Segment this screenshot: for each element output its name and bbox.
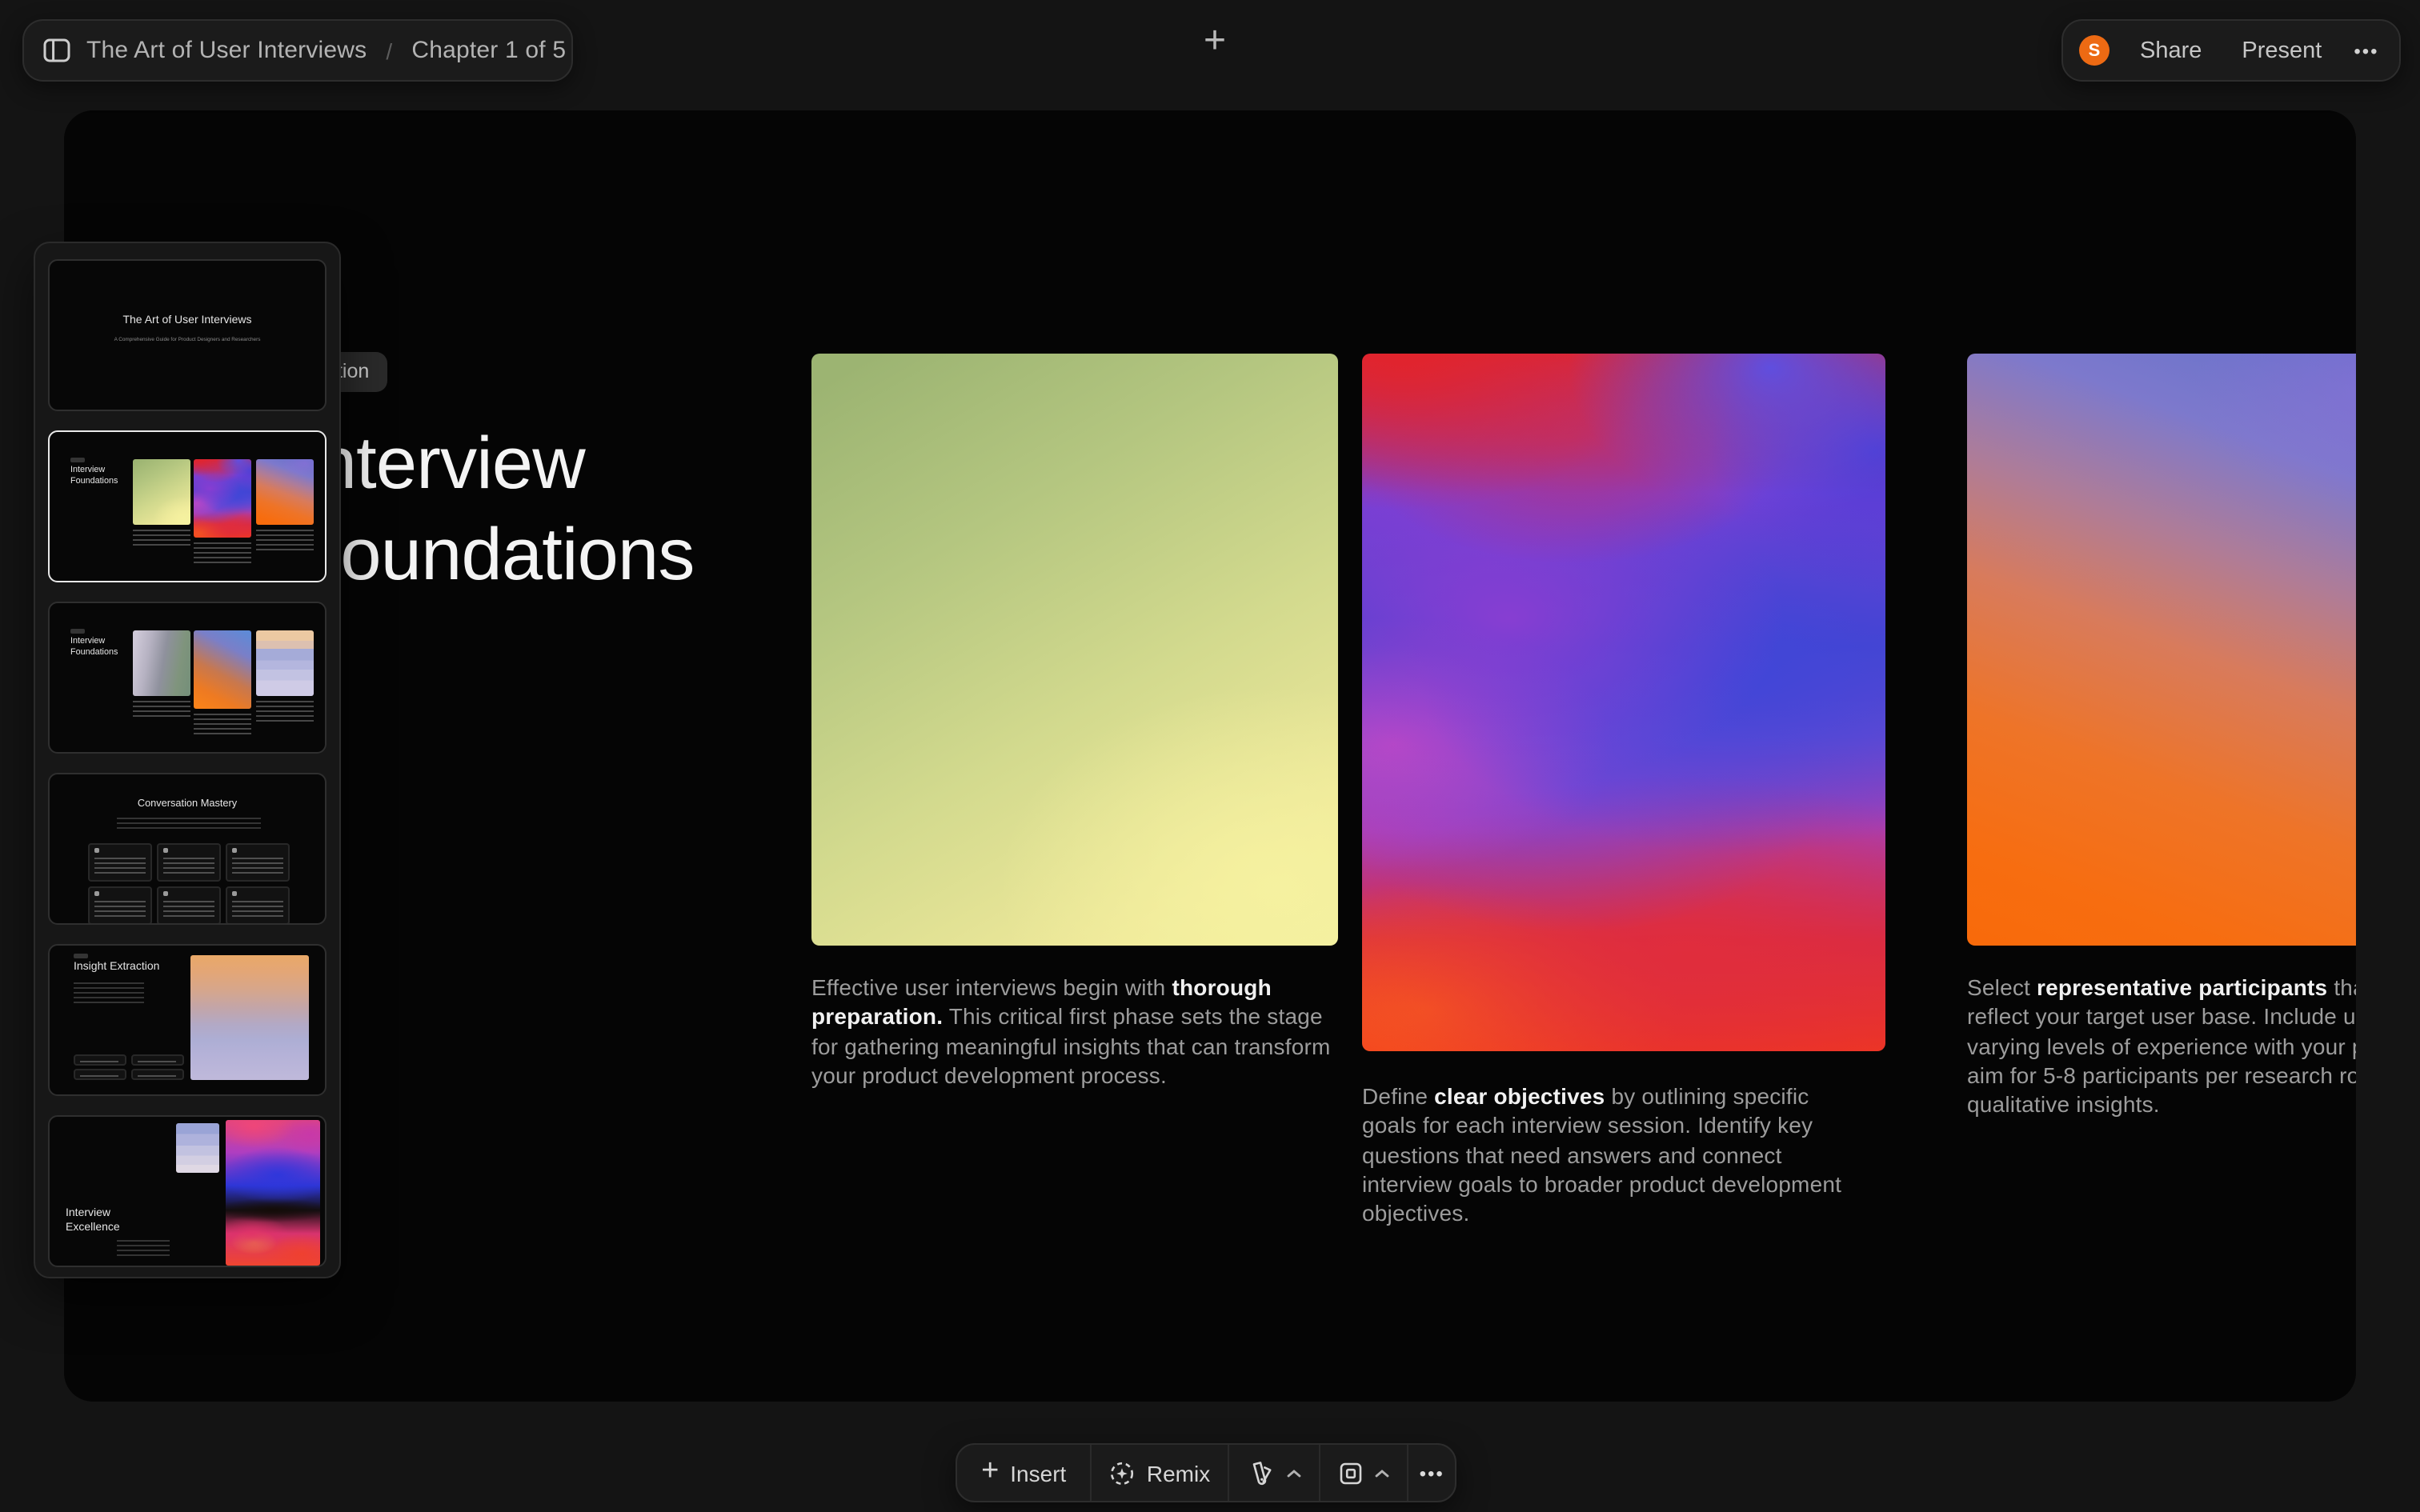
mini-topic-card (157, 886, 221, 925)
mini-topic-card (226, 886, 290, 925)
panel-left-icon (43, 38, 70, 62)
mini-card (133, 459, 190, 525)
toolbar-more-button[interactable]: ••• (1409, 1445, 1455, 1501)
mini-topic-card (226, 843, 290, 882)
column-text-3[interactable]: Select representative participants that … (1967, 973, 2356, 1119)
add-page-button[interactable]: + (1192, 18, 1237, 66)
share-button[interactable]: Share (2140, 38, 2202, 63)
remix-button[interactable]: Remix (1092, 1445, 1228, 1501)
text-segment-bold: clear objectives (1434, 1083, 1605, 1109)
mini-badge (70, 458, 85, 462)
thumb-title: Conversation Mastery (50, 798, 325, 810)
thumb-title: Interview Excellence (66, 1208, 133, 1235)
mini-card (256, 630, 314, 696)
chevron-up-icon (1375, 1468, 1389, 1478)
text-placeholder-lines (117, 818, 261, 832)
thumb-subtitle: A Comprehensive Guide for Product Design… (50, 336, 325, 342)
sparkle-circle-icon (1110, 1460, 1136, 1486)
theme-button[interactable] (1230, 1445, 1319, 1501)
thumb-title: Interview Foundations (70, 466, 141, 486)
chapter-indicator[interactable]: Chapter 1 of 5 (411, 37, 566, 64)
slide-title-line1: Interview (296, 418, 695, 509)
remix-label: Remix (1147, 1460, 1210, 1486)
gradient-image-card-2[interactable] (1362, 354, 1885, 1051)
thumbnail-insight-extraction[interactable]: Insight Extraction (48, 944, 327, 1096)
mini-list-item (74, 1054, 126, 1066)
slide-title[interactable]: Interview Foundations (296, 418, 695, 600)
mini-list-item (74, 1069, 126, 1080)
more-menu-button[interactable]: ••• (2354, 39, 2378, 62)
thumbnail-interview-foundations-variant[interactable]: Interview Foundations (48, 602, 327, 754)
mini-card (194, 459, 251, 538)
mini-topic-card (157, 843, 221, 882)
text-placeholder-lines (256, 530, 314, 552)
frame-icon (1338, 1460, 1364, 1486)
text-placeholder-lines (194, 542, 251, 565)
mini-badge (70, 629, 85, 634)
mini-image-large (226, 1120, 320, 1266)
card-layout-button[interactable] (1320, 1445, 1408, 1501)
slide-thumbnail-panel: The Art of User Interviews A Comprehensi… (34, 242, 341, 1278)
mini-image-small (176, 1123, 219, 1173)
text-segment: Effective user interviews begin with (811, 974, 1172, 1000)
sidebar-toggle-button[interactable] (43, 38, 70, 62)
column-text-1[interactable]: Effective user interviews begin with tho… (811, 973, 1343, 1090)
avatar[interactable]: S (2079, 35, 2109, 66)
text-segment: Define (1362, 1083, 1434, 1109)
mini-topic-card (88, 886, 152, 925)
breadcrumb[interactable]: The Art of User Interviews / Chapter 1 o… (22, 19, 573, 82)
mini-list-item (131, 1054, 184, 1066)
plus-icon: + (981, 1456, 999, 1486)
mini-card (194, 630, 251, 709)
insert-button[interactable]: + Insert (957, 1445, 1090, 1501)
text-placeholder-lines (256, 701, 314, 723)
text-placeholder-lines (117, 1240, 170, 1258)
slide-title-line2: Foundations (296, 509, 695, 600)
gradient-image-card-1[interactable] (811, 354, 1338, 946)
editor-toolbar: + Insert Remix (956, 1443, 1456, 1502)
thumbnail-title-slide[interactable]: The Art of User Interviews A Comprehensi… (48, 259, 327, 411)
chevron-up-icon (1286, 1468, 1300, 1478)
text-segment: Select (1967, 974, 2037, 1000)
document-title[interactable]: The Art of User Interviews (86, 37, 367, 64)
text-placeholder-lines (133, 701, 190, 718)
thumb-title: The Art of User Interviews (50, 315, 325, 326)
thumbnail-conversation-mastery[interactable]: Conversation Mastery (48, 773, 327, 925)
slide-canvas[interactable]: Preparation Interview Foundations Effect… (64, 110, 2356, 1402)
mini-card (256, 459, 314, 525)
swatch-fan-icon (1248, 1459, 1275, 1486)
present-button[interactable]: Present (2242, 38, 2322, 63)
text-placeholder-lines (133, 530, 190, 547)
app-window: Preparation Interview Foundations Effect… (0, 0, 2420, 1512)
thumb-title: Interview Foundations (70, 637, 141, 658)
thumbnail-interview-excellence[interactable]: Interview Excellence (48, 1115, 327, 1267)
mini-list-item (131, 1069, 184, 1080)
thumbnail-interview-foundations-selected[interactable]: Interview Foundations (48, 430, 327, 582)
text-placeholder-lines (74, 982, 144, 1005)
column-text-2[interactable]: Define clear objectives by outlining spe… (1362, 1082, 1858, 1228)
mini-card (133, 630, 190, 696)
breadcrumb-separator: / (383, 38, 395, 63)
mini-topic-card (88, 843, 152, 882)
thumb-title: Insight Extraction (74, 962, 159, 973)
text-placeholder-lines (194, 714, 251, 736)
gradient-image-card-3[interactable] (1967, 354, 2356, 946)
account-bar: S Share Present ••• (2061, 19, 2401, 82)
insert-label: Insert (1010, 1460, 1066, 1486)
mini-image (190, 955, 309, 1080)
mini-badge (74, 954, 88, 958)
text-segment-bold: representative participants (2037, 974, 2327, 1000)
